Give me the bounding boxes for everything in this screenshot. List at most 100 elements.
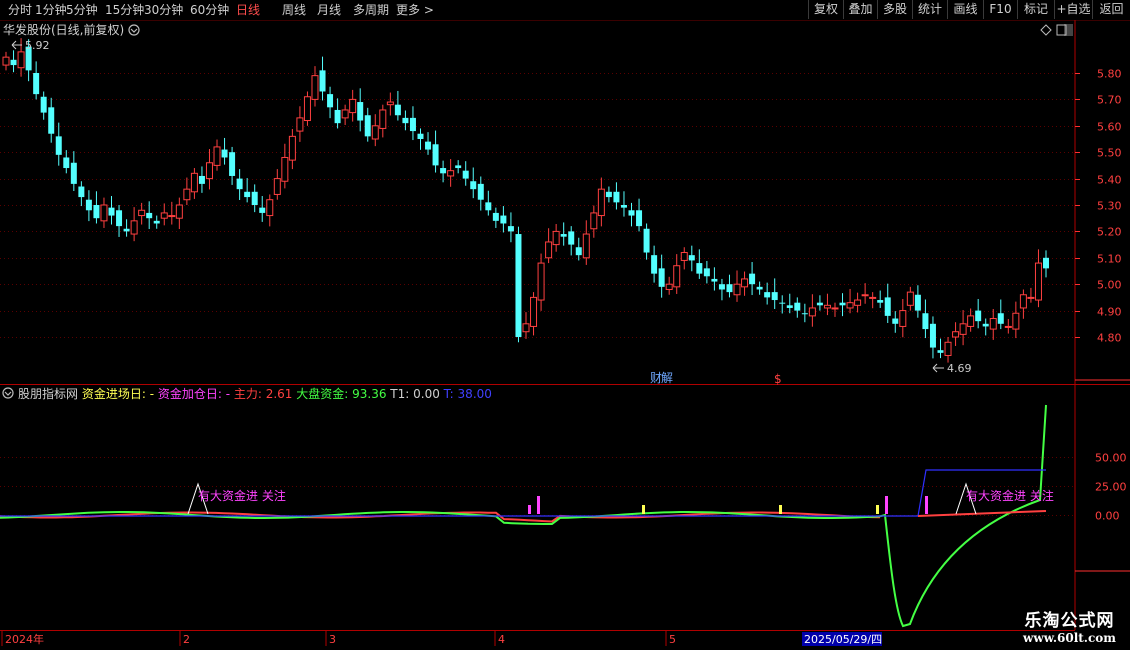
candle-body: [959, 323, 967, 335]
indicator-tick-label: 0.00: [1095, 510, 1120, 523]
price-axis: 5.80 5.70 5.60 5.50 5.40 5.30 5.20 5.10 5.00 4.90…: [0, 68, 1122, 345]
price-tick-label: 4.80: [1097, 332, 1122, 345]
candle-body: [530, 296, 538, 327]
annotation-text-1: 有大资金进 关注: [198, 488, 286, 503]
candle-body: [462, 170, 469, 179]
candle-body: [741, 278, 749, 288]
candle-body: [251, 191, 258, 205]
candle-body: [2, 56, 10, 66]
low-marker-icon: [932, 363, 944, 373]
date-label: 2: [183, 633, 190, 646]
candle-body: [485, 202, 492, 211]
candle-body: [500, 215, 507, 224]
candle-body: [869, 296, 877, 299]
price-tick-label: 5.60: [1097, 121, 1122, 134]
candle-body: [440, 168, 447, 174]
candle-body: [703, 268, 710, 277]
chart-area[interactable]: 5.80 5.70 5.60 5.50 5.40 5.30 5.20 5.10 5.00 4.90…: [0, 0, 1130, 650]
candle-body: [929, 323, 936, 348]
candle-body: [764, 292, 771, 298]
indicator-name: 股朋指标网: [18, 386, 82, 401]
candle-body: [78, 186, 85, 198]
candle-body: [975, 310, 982, 322]
price-tick-label: 5.70: [1097, 94, 1122, 107]
indicator-tick-label: 25.00: [1095, 481, 1127, 494]
candle-body: [613, 191, 620, 203]
candle-body: [138, 209, 146, 217]
date-label: 5: [669, 633, 676, 646]
candle-body: [341, 109, 349, 119]
high-marker-icon: [11, 40, 22, 50]
candle-body: [213, 146, 221, 166]
candle-body: [477, 183, 484, 200]
candle-body: [643, 228, 650, 253]
candle-body: [937, 350, 944, 353]
candle-body: [952, 331, 960, 338]
candlestick-series: [2, 38, 1049, 363]
candle-body: [153, 220, 160, 224]
candle-body: [123, 228, 130, 232]
candle-body: [1027, 296, 1035, 299]
main-force-tail: [917, 510, 1047, 517]
candle-body: [831, 307, 839, 310]
indicator-item-label: T1:: [389, 387, 409, 401]
candle-body: [281, 156, 289, 182]
candle-body: [146, 212, 153, 219]
right-scrollbar[interactable]: [1064, 24, 1073, 36]
signal-bar: [537, 496, 540, 514]
indicator-item-label: 大盘资金:: [296, 386, 348, 401]
indicator-item-label: T:: [443, 387, 454, 401]
watermark-title: 乐淘公式网: [1024, 611, 1115, 631]
candle-body: [636, 210, 643, 227]
candle-body: [266, 199, 274, 217]
candle-body: [432, 144, 439, 166]
candle-body: [718, 284, 725, 290]
candle-body: [552, 230, 560, 246]
indicator-header: 股朋指标网 资金进场日: - 资金加仓日: - 主力: 2.61 大盘资金: 9…: [18, 386, 492, 401]
candle-body: [1043, 257, 1049, 269]
candle-body: [229, 152, 236, 176]
candle-body: [892, 318, 899, 324]
candle-body: [40, 96, 47, 113]
candle-body: [575, 247, 582, 256]
signal-bar: [885, 496, 888, 514]
indicator-item-label: 资金进场日:: [82, 386, 146, 401]
candle-body: [394, 104, 401, 116]
candle-body: [568, 231, 575, 245]
candle-body: [296, 117, 304, 132]
candle-body: [711, 278, 718, 282]
candle-body: [319, 70, 326, 92]
indicator-item-value: -: [222, 387, 234, 401]
candle-body: [108, 207, 115, 216]
candle-body: [914, 294, 921, 311]
event-label-jie[interactable]: 解: [661, 371, 673, 385]
t-line: [0, 469, 1046, 517]
price-tick-label: 5.30: [1097, 200, 1122, 213]
indicator-item-value: 38.00: [454, 387, 492, 401]
diamond-icon[interactable]: [1040, 24, 1052, 36]
candle-body: [364, 115, 371, 137]
date-axis: 2024年 2 3 4 5: [1, 631, 676, 646]
indicator-item-value: 93.36: [348, 387, 390, 401]
signal-bar: [779, 505, 782, 514]
candle-body: [620, 205, 627, 208]
high-price-label: 5.92: [25, 39, 50, 52]
stock-title: 华发股份(日线,前复权): [3, 22, 124, 37]
indicator-dropdown-icon[interactable]: [2, 387, 14, 399]
cursor-date: 2025/05/29/四: [804, 633, 882, 646]
candle-body: [545, 241, 553, 259]
candle-body: [997, 313, 1004, 324]
candle-body: [846, 302, 854, 309]
candle-body: [839, 302, 846, 306]
candle-body: [1019, 294, 1027, 309]
signal-bar: [642, 505, 645, 514]
candle-body: [470, 181, 477, 190]
indicator-tick-label: 50.00: [1095, 452, 1127, 465]
candle-body: [605, 191, 612, 198]
candle-body: [17, 51, 25, 69]
candle-body: [786, 305, 793, 308]
candle-body: [190, 172, 198, 193]
title-dropdown-icon[interactable]: [128, 24, 140, 36]
candle-body: [244, 191, 251, 198]
event-label-dollar[interactable]: $: [774, 372, 782, 386]
